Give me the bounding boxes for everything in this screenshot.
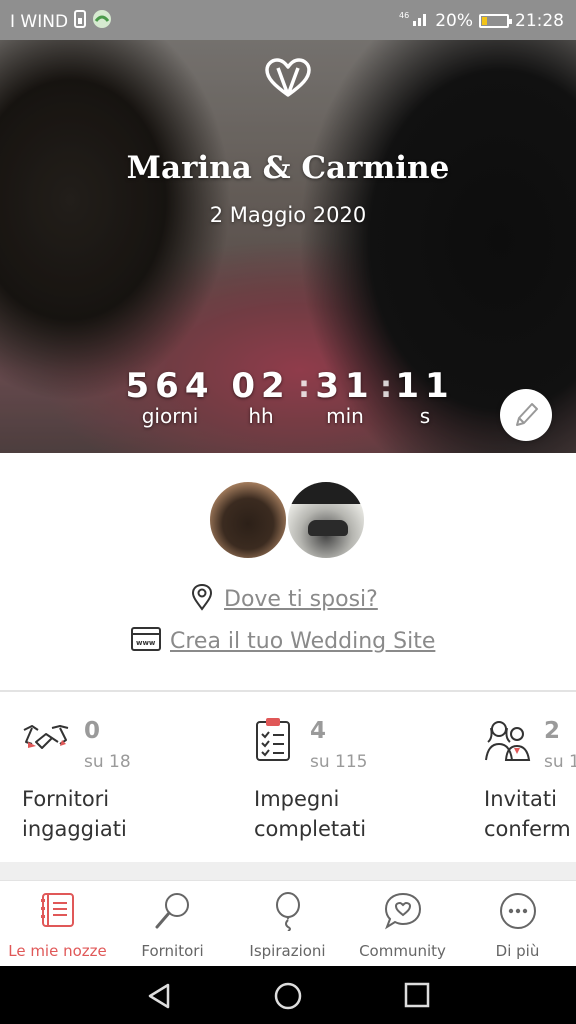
wedding-site-link[interactable]: www Crea il tuo Wedding Site	[130, 626, 435, 656]
nav-item-my-wedding[interactable]: Le mie nozze	[0, 881, 115, 967]
couple-names: Marina & Carmine	[126, 150, 450, 186]
stat-vendors-title: Fornitori ingaggiati	[22, 784, 127, 844]
stat-guests-count: 2	[544, 718, 561, 744]
wedding-date: 2 Maggio 2020	[209, 203, 367, 227]
avatar[interactable]	[286, 480, 366, 560]
countdown-days: 564 giorni	[120, 366, 220, 428]
countdown-seconds: 11 s	[392, 366, 458, 428]
heart-icon	[264, 58, 312, 98]
checklist-icon	[254, 716, 294, 766]
nav-item-label: Le mie nozze	[8, 942, 107, 960]
stat-guests-title-line2: conferm	[484, 817, 571, 841]
status-bar: I WIND 46 20% 21:28	[0, 0, 576, 40]
battery-percent: 20%	[435, 10, 473, 31]
nav-item-more[interactable]: Di più	[460, 881, 575, 967]
countdown-hours: 02 hh	[228, 366, 294, 428]
location-pin-icon	[190, 583, 214, 615]
divider	[0, 690, 576, 692]
nav-item-inspirations[interactable]: Ispirazioni	[230, 881, 345, 967]
countdown-separator: :	[298, 370, 310, 405]
stat-guests-title: Invitati conferm	[484, 784, 571, 844]
back-icon[interactable]	[146, 982, 172, 1014]
guests-icon	[484, 716, 532, 766]
wedding-site-link-label[interactable]: Crea il tuo Wedding Site	[170, 629, 435, 654]
carrier-label: I WIND	[10, 11, 69, 32]
bottom-nav: Le mie nozze Fornitori Ispirazioni Commu…	[0, 880, 576, 966]
nav-item-label: Di più	[495, 942, 540, 960]
section-gap	[0, 862, 576, 880]
stat-guests-title-line1: Invitati	[484, 787, 557, 811]
nav-item-label: Community	[359, 942, 446, 960]
clock: 21:28	[515, 10, 564, 31]
nav-item-label: Ispirazioni	[249, 942, 326, 960]
planner-book-icon	[38, 891, 78, 931]
stat-tasks-total: su 115	[310, 752, 368, 772]
stat-vendors-count: 0	[84, 718, 101, 744]
countdown-days-label: giorni	[141, 404, 199, 428]
countdown-separator: :	[380, 370, 392, 405]
app-screen: I WIND 46 20% 21:28 Marina & Carmine 2 M…	[0, 0, 576, 1024]
pencil-icon	[516, 403, 538, 426]
svg-text:www: www	[136, 639, 156, 647]
countdown: 564 giorni 02 hh : 31 min : 11 s	[120, 366, 460, 436]
chat-heart-icon	[383, 891, 423, 931]
stat-tasks-title-line1: Impegni	[254, 787, 340, 811]
stat-tasks-title: Impegni completati	[254, 784, 366, 844]
stat-vendors-title-line2: ingaggiati	[22, 817, 127, 841]
stat-tasks-title-line2: completati	[254, 817, 367, 841]
location-link[interactable]: Dove ti sposi?	[190, 583, 378, 615]
balloon-icon	[268, 891, 308, 932]
countdown-minutes: 31 min	[312, 366, 378, 428]
avatar[interactable]	[208, 480, 288, 560]
handshake-icon	[22, 716, 70, 760]
sim-icon	[74, 10, 87, 33]
countdown-seconds-value: 11	[395, 366, 455, 406]
nav-item-label: Fornitori	[141, 942, 204, 960]
svg-text:46: 46	[399, 11, 409, 20]
stat-guests-total: su 1	[544, 752, 576, 772]
nav-item-vendors[interactable]: Fornitori	[115, 881, 230, 967]
recents-icon[interactable]	[404, 982, 430, 1012]
signal-icon: 46	[399, 9, 429, 32]
stat-vendors-title-line1: Fornitori	[22, 787, 110, 811]
countdown-minutes-value: 31	[315, 366, 375, 406]
countdown-seconds-label: s	[419, 404, 431, 428]
countdown-hours-label: hh	[248, 404, 274, 428]
edit-button[interactable]	[500, 389, 552, 441]
more-icon	[498, 891, 538, 931]
stat-vendors-total: su 18	[84, 752, 131, 772]
countdown-hours-value: 02	[231, 366, 291, 406]
system-nav-bar	[0, 966, 576, 1024]
countdown-days-value: 564	[125, 366, 215, 406]
website-icon: www	[130, 626, 162, 656]
stat-tasks-count: 4	[310, 718, 327, 744]
location-link-label[interactable]: Dove ti sposi?	[224, 587, 378, 612]
battery-icon	[479, 13, 512, 28]
couple-avatars[interactable]	[208, 480, 368, 562]
countdown-minutes-label: min	[326, 404, 364, 428]
app-notification-icon	[92, 9, 112, 34]
home-icon[interactable]	[274, 982, 302, 1014]
hero-banner: Marina & Carmine 2 Maggio 2020 564 giorn…	[0, 40, 576, 453]
nav-item-community[interactable]: Community	[345, 881, 460, 967]
search-icon	[153, 891, 193, 931]
